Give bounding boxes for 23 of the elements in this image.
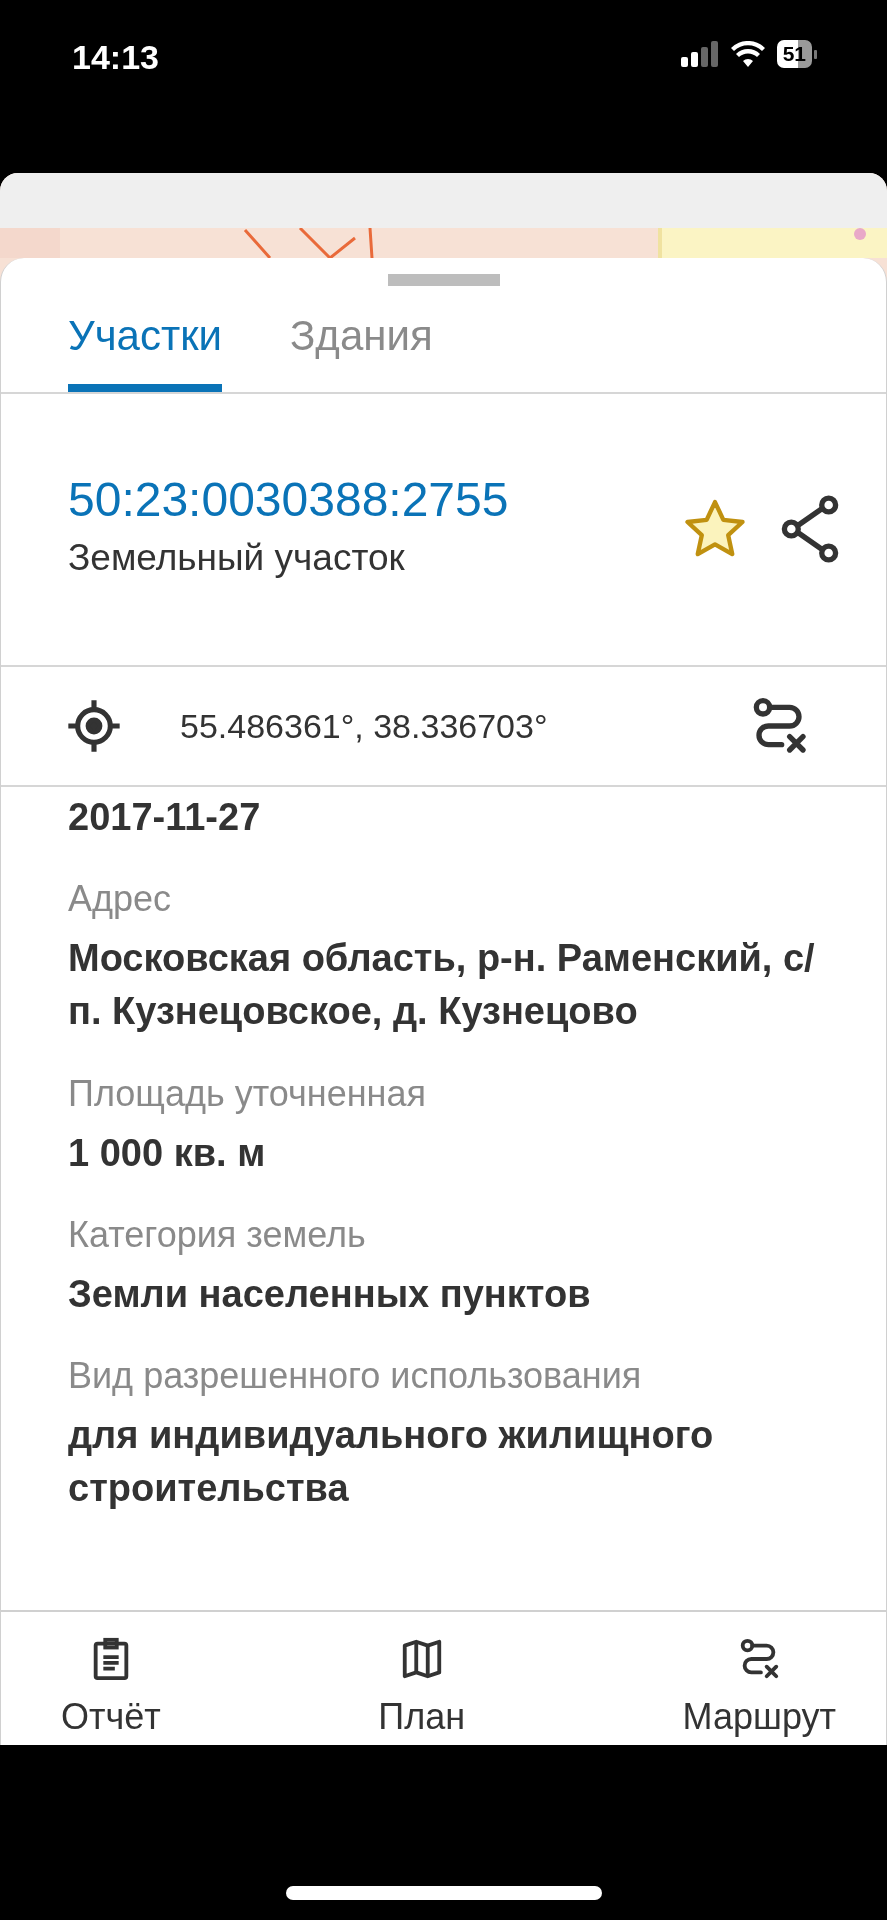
- nav-button[interactable]: План: [358, 1612, 486, 1744]
- nav-button[interactable]: Отчёт: [41, 1612, 181, 1744]
- location-target-icon[interactable]: [66, 698, 122, 754]
- field-value: 2017-11-27: [68, 795, 262, 840]
- field-label: Адрес: [68, 878, 173, 921]
- field-label: Площадь уточненная: [68, 1072, 427, 1115]
- signal-icon: [680, 41, 719, 67]
- field-value: Московская область, р-н. Раменский, с/п. Кузнецовское, д. Кузнецово: [68, 936, 816, 1035]
- field-label: Вид разрешенного использования: [68, 1354, 643, 1397]
- field-value: для индивидуального жилищного строительства: [68, 1412, 715, 1512]
- battery-level: 51: [776, 40, 812, 68]
- wifi-icon: [730, 41, 765, 67]
- parcel-type: Земельный участок: [68, 537, 405, 579]
- battery-tip-icon: [814, 49, 817, 59]
- parcel-number[interactable]: 50:23:0030388:2755: [68, 472, 509, 527]
- drag-handle[interactable]: [387, 274, 500, 286]
- coordinates: 55.486361°, 38.336703°: [180, 706, 549, 746]
- nav-button[interactable]: Маршрут: [662, 1612, 856, 1744]
- field-label: Категория земель: [68, 1213, 367, 1256]
- status-time: 14:13: [72, 38, 159, 77]
- tab[interactable]: Участки: [68, 300, 222, 392]
- field-value: Земли населенных пунктов: [68, 1271, 592, 1317]
- field-value: 1 000 кв. м: [68, 1130, 267, 1176]
